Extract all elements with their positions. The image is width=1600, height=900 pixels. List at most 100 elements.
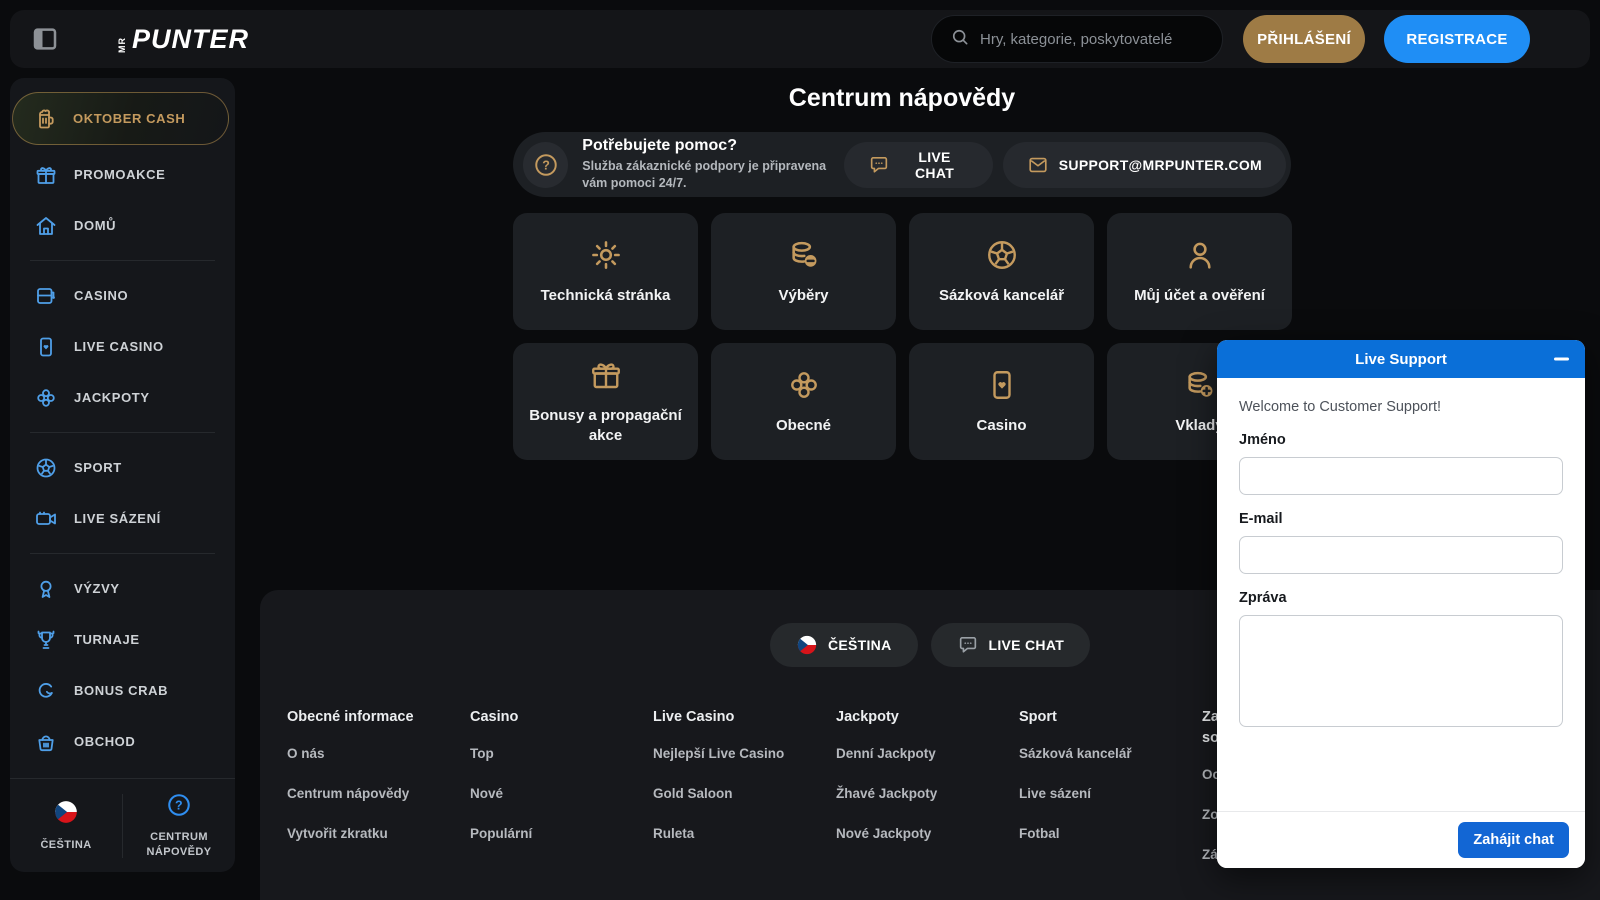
sidebar-item-vyzvy[interactable]: VÝZVY [10, 563, 235, 614]
sidebar-item-casino[interactable]: CASINO [10, 270, 235, 321]
topbar: MR PUNTER PŘIHLÁŠENÍ REGISTRACE [10, 10, 1590, 68]
beer-mug-icon [33, 107, 57, 131]
sidebar-item-label: VÝZVY [74, 581, 120, 596]
sidebar-item-promoakce[interactable]: PROMOAKCE [10, 149, 235, 200]
footer-link[interactable]: Denní Jackpoty [836, 746, 1019, 761]
category-card-muj-ucet[interactable]: Můj účet a ověření [1107, 213, 1292, 330]
soccer-ball-icon [34, 456, 58, 480]
sidebar-language-button[interactable]: ČEŠTINA [10, 799, 122, 852]
help-category-grid: Technická stránka Výběry Sázková kancelá… [513, 213, 1292, 460]
footer-link[interactable]: Vytvořit zkratku [287, 826, 470, 841]
sidebar-divider [30, 553, 215, 554]
sidebar-item-label: TURNAJE [74, 632, 140, 647]
category-card-bonusy[interactable]: Bonusy a propagační akce [513, 343, 698, 460]
sidebar-item-live-sazeni[interactable]: LIVE SÁZENÍ [10, 493, 235, 544]
sidebar-item-jackpoty[interactable]: JACKPOTY [10, 372, 235, 423]
trophy-icon [34, 628, 58, 652]
sidebar-item-label: SPORT [74, 460, 122, 475]
footer-column-title: Jackpoty [836, 707, 986, 728]
minimize-icon[interactable] [1554, 358, 1569, 361]
live-support-header: Live Support [1217, 340, 1585, 378]
category-card-technicka-stranka[interactable]: Technická stránka [513, 213, 698, 330]
footer-column-live-casino: Live Casino Nejlepší Live Casino Gold Sa… [653, 707, 836, 887]
footer-link[interactable]: Fotbal [1019, 826, 1202, 841]
email-field[interactable] [1239, 536, 1563, 574]
sidebar-item-oktober-cash[interactable]: OKTOBER CASH [12, 92, 229, 145]
czech-flag-icon [796, 634, 818, 656]
support-email-label: SUPPORT@MRPUNTER.COM [1059, 157, 1262, 173]
message-field[interactable] [1239, 615, 1563, 727]
footer-link[interactable]: Gold Saloon [653, 786, 836, 801]
footer-live-chat-label: LIVE CHAT [989, 637, 1065, 653]
search-input[interactable] [980, 31, 1204, 48]
category-card-casino[interactable]: Casino [909, 343, 1094, 460]
support-email-button[interactable]: SUPPORT@MRPUNTER.COM [1003, 142, 1286, 188]
logo-mr-text: MR [118, 34, 127, 53]
sidebar-item-sport[interactable]: SPORT [10, 442, 235, 493]
sidebar-divider [30, 432, 215, 433]
footer-link[interactable]: Nové [470, 786, 653, 801]
live-support-body: Welcome to Customer Support! Jméno E-mai… [1217, 378, 1585, 732]
category-card-vybery[interactable]: Výběry [711, 213, 896, 330]
page-title: Centrum nápovědy [513, 84, 1291, 113]
footer-language-button[interactable]: ČEŠTINA [770, 623, 918, 667]
live-support-title: Live Support [1355, 351, 1447, 368]
category-card-sazkova-kancelar[interactable]: Sázková kancelář [909, 213, 1094, 330]
search-bar[interactable] [931, 15, 1223, 63]
footer-column-title: Sport [1019, 707, 1169, 728]
live-chat-button[interactable]: LIVE CHAT [844, 142, 993, 188]
sidebar-item-obchod[interactable]: OBCHOD [10, 716, 235, 767]
sidebar-item-label: JACKPOTY [74, 390, 150, 405]
footer-link[interactable]: O nás [287, 746, 470, 761]
footer-link[interactable]: Ruleta [653, 826, 836, 841]
footer-link[interactable]: Populární [470, 826, 653, 841]
category-card-label: Výběry [778, 286, 828, 306]
register-button[interactable]: REGISTRACE [1384, 15, 1530, 63]
clover-icon [34, 386, 58, 410]
sidebar-item-bonus-crab[interactable]: BONUS CRAB [10, 665, 235, 716]
sidebar-item-turnaje[interactable]: TURNAJE [10, 614, 235, 665]
medal-icon [34, 577, 58, 601]
envelope-icon [1027, 154, 1049, 176]
sidebar-help-center-button[interactable]: ? CENTRUM NÁPOVĚDY [123, 792, 235, 859]
sidebar-item-domu[interactable]: DOMŮ [10, 200, 235, 251]
sidebar-item-label: BONUS CRAB [74, 683, 168, 698]
footer-link[interactable]: Top [470, 746, 653, 761]
category-card-label: Casino [976, 416, 1026, 436]
sidebar-divider [30, 260, 215, 261]
sidebar-item-live-casino[interactable]: LIVE CASINO [10, 321, 235, 372]
footer-link[interactable]: Sázková kancelář [1019, 746, 1202, 761]
help-banner-texts: Potřebujete pomoc? Služba zákaznické pod… [582, 137, 830, 192]
sidebar-item-label: OKTOBER CASH [73, 111, 185, 126]
category-card-obecne[interactable]: Obecné [711, 343, 896, 460]
name-field[interactable] [1239, 457, 1563, 495]
footer-language-label: ČEŠTINA [828, 637, 892, 653]
svg-text:?: ? [175, 799, 183, 813]
footer-link[interactable]: Žhavé Jackpoty [836, 786, 1019, 801]
gift-icon [34, 163, 58, 187]
sidebar-toggle-icon[interactable] [30, 24, 60, 54]
sidebar-item-label: CASINO [74, 288, 128, 303]
category-card-label: Bonusy a propagační akce [525, 406, 686, 447]
start-chat-button[interactable]: Zahájit chat [1458, 822, 1569, 858]
footer-link[interactable]: Nové Jackpoty [836, 826, 1019, 841]
message-label: Zpráva [1239, 590, 1563, 606]
email-label: E-mail [1239, 511, 1563, 527]
search-icon [950, 27, 970, 52]
footer-link[interactable]: Live sázení [1019, 786, 1202, 801]
login-button[interactable]: PŘIHLÁŠENÍ [1243, 15, 1365, 63]
footer-link[interactable]: Centrum nápovědy [287, 786, 470, 801]
coins-minus-icon [786, 237, 822, 273]
chat-bubble-icon [957, 634, 979, 656]
sidebar-item-label: DOMŮ [74, 218, 116, 233]
chat-bubble-icon [868, 154, 890, 176]
crab-claw-icon [34, 679, 58, 703]
footer-live-chat-button[interactable]: LIVE CHAT [931, 623, 1091, 667]
mrpunter-logo[interactable]: MR PUNTER [118, 26, 249, 53]
footer-link[interactable]: Nejlepší Live Casino [653, 746, 836, 761]
sidebar-item-label: LIVE SÁZENÍ [74, 511, 161, 526]
sidebar-item-label: OBCHOD [74, 734, 135, 749]
sidebar: OKTOBER CASH PROMOAKCE DOMŮ CASINO LIVE … [10, 78, 235, 872]
card-heart-icon [984, 367, 1020, 403]
footer-column-obecne-informace: Obecné informace O nás Centrum nápovědy … [287, 707, 470, 887]
